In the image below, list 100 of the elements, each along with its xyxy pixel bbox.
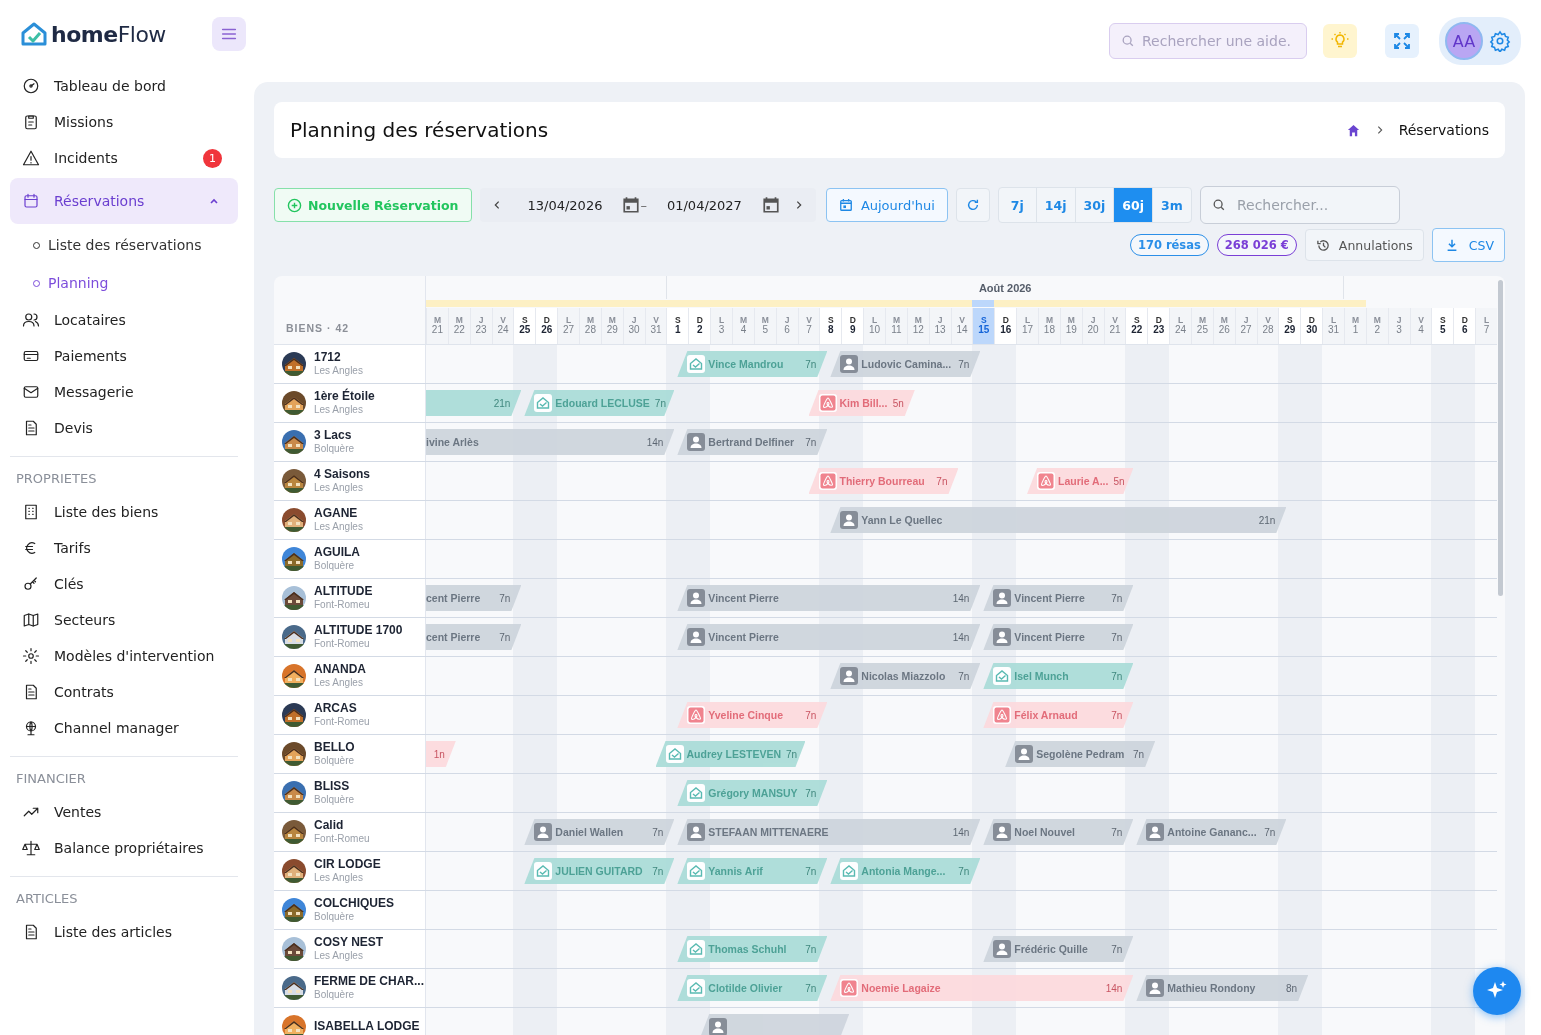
booking-bar[interactable]: Segolène Pedram 7n — [1005, 741, 1156, 767]
booking-bar[interactable]: Audrey LESTEVEN 7n — [655, 741, 806, 767]
property-cell[interactable]: ISABELLA LODGE — [274, 1008, 426, 1035]
booking-bar[interactable]: Noel Nouvel 7n — [983, 819, 1134, 845]
booking-bar[interactable]: cent Pierre 7n — [426, 624, 522, 650]
booking-bar[interactable]: Vincent Pierre 7n — [983, 585, 1134, 611]
booking-bar[interactable]: Yannis Arif 7n — [677, 858, 828, 884]
property-cell[interactable]: CIR LODGE Les Angles — [274, 852, 426, 890]
nav-item[interactable]: Devis — [10, 410, 238, 446]
nav-item[interactable]: Paiements — [10, 338, 238, 374]
booking-bar[interactable]: Vincent Pierre 14n — [677, 585, 981, 611]
nav-item[interactable]: Channel manager — [10, 710, 238, 746]
property-cell[interactable]: AGUILA Bolquère — [274, 540, 426, 578]
booking-bar[interactable]: Clotilde Olivier 7n — [677, 975, 828, 1001]
property-cell[interactable]: 3 Lacs Bolquère — [274, 423, 426, 461]
today-button[interactable]: Aujourd'hui — [825, 188, 948, 222]
booking-bar[interactable]: Vincent Pierre 7n — [983, 624, 1134, 650]
property-cell[interactable]: COSY NEST Les Angles — [274, 930, 426, 968]
booking-bar[interactable]: ivine Arlès 14n — [426, 429, 675, 455]
booking-bar[interactable]: Isel Munch 7n — [983, 663, 1134, 689]
menu-button[interactable] — [212, 17, 246, 51]
help-search-field[interactable]: Rechercher une aide. — [1109, 23, 1307, 59]
booking-bar[interactable]: STEFAAN MITTENAERE 14n — [677, 819, 981, 845]
nav-item[interactable]: Contrats — [10, 674, 238, 710]
calendar-icon[interactable] — [761, 196, 780, 214]
property-cell[interactable]: 1712 Les Angles — [274, 345, 426, 383]
nav-item[interactable]: Liste des biens — [10, 494, 238, 530]
cancellations-button[interactable]: Annulations — [1304, 229, 1424, 261]
nav-subitem[interactable]: Liste des réservations — [10, 226, 238, 264]
property-cell[interactable]: COLCHIQUES Bolquère — [274, 891, 426, 929]
property-cell[interactable]: ALTITUDE Font-Romeu — [274, 579, 426, 617]
theme-button[interactable] — [1323, 24, 1357, 58]
nav-item[interactable]: Modèles d'intervention — [10, 638, 238, 674]
range-tab[interactable]: 60j — [1114, 188, 1153, 222]
nav-item[interactable]: Ventes — [10, 794, 238, 830]
nav-item[interactable]: Messagerie — [10, 374, 238, 410]
booking-bar[interactable]: Félix Arnaud 7n — [983, 702, 1134, 728]
search-field[interactable]: Rechercher... — [1199, 186, 1400, 224]
booking-bar[interactable]: 1n — [426, 741, 456, 767]
property-cell[interactable]: AGANE Les Angles — [274, 501, 426, 539]
range-tab[interactable]: 14j — [1036, 188, 1076, 222]
booking-bar[interactable]: Daniel Wallen 7n — [524, 819, 675, 845]
property-cell[interactable]: 1ère Étoile Les Angles — [274, 384, 426, 422]
booking-bar[interactable]: 21n — [426, 390, 522, 416]
property-cell[interactable]: ALTITUDE 1700 Font-Romeu — [274, 618, 426, 656]
booking-bar[interactable]: cent Pierre 7n — [426, 585, 522, 611]
nav-subitem[interactable]: Planning — [10, 264, 238, 302]
scrollbar[interactable] — [1498, 280, 1503, 596]
property-cell[interactable]: FERME DE CHAR... Bolquère — [274, 969, 426, 1007]
nav-item[interactable]: Tarifs — [10, 530, 238, 566]
date-range-picker[interactable]: 13/04/2026 – 01/04/2027 — [479, 188, 816, 222]
booking-bar[interactable]: Thierry Bourreau 7n — [808, 468, 959, 494]
refresh-button[interactable] — [955, 188, 990, 222]
nav-item[interactable]: Missions — [10, 104, 238, 140]
booking-bar[interactable]: Mathieu Rondony 8n — [1136, 975, 1309, 1001]
nav-item[interactable]: Locataires — [10, 302, 238, 338]
user-avatar[interactable]: AA — [1445, 22, 1483, 60]
new-reservation-button[interactable]: Nouvelle Réservation — [274, 188, 472, 222]
booking-bar[interactable]: JULIEN GUITARD 7n — [524, 858, 675, 884]
booking-bar[interactable]: Vince Mandrou 7n — [677, 351, 828, 377]
booking-bar[interactable]: Antonia Mange... 7n — [830, 858, 981, 884]
nav-item[interactable]: Tableau de bord — [10, 68, 238, 104]
nav-item[interactable]: Incidents 1 — [10, 140, 238, 176]
fullscreen-button[interactable] — [1385, 24, 1419, 58]
nav-item[interactable]: Liste des articles — [10, 914, 238, 950]
booking-bar[interactable]: Kim Bill... 5n — [808, 390, 915, 416]
booking-bar[interactable]: Laurie A... 5n — [1027, 468, 1134, 494]
property-cell[interactable]: BELLO Bolquère — [274, 735, 426, 773]
calendar-icon[interactable] — [622, 196, 641, 214]
booking-bar[interactable]: Bertrand Delfiner 7n — [677, 429, 828, 455]
nav-item[interactable]: Secteurs — [10, 602, 238, 638]
booking-bar[interactable]: Vincent Pierre 14n — [677, 624, 981, 650]
booking-bar[interactable]: Nicolas Miazzolo 7n — [830, 663, 981, 689]
property-cell[interactable]: ANANDA Les Angles — [274, 657, 426, 695]
property-cell[interactable]: Calid Font-Romeu — [274, 813, 426, 851]
range-tab[interactable]: 7j — [998, 188, 1037, 222]
start-date[interactable]: 13/04/2026 — [515, 197, 615, 213]
booking-bar[interactable]: Grégory MANSUY 7n — [677, 780, 828, 806]
booking-bar[interactable]: Ludovic Camina... 7n — [830, 351, 981, 377]
user-menu[interactable]: AA — [1439, 17, 1521, 65]
guest-name: Clotilde Olivier — [708, 982, 783, 994]
booking-bar[interactable]: Frédéric Quille 7n — [983, 936, 1134, 962]
booking-bar[interactable]: Noemie Lagaize 14n — [830, 975, 1134, 1001]
booking-bar[interactable]: Yveline Cinque 7n — [677, 702, 828, 728]
property-cell[interactable]: 4 Saisons Les Angles — [274, 462, 426, 500]
end-date[interactable]: 01/04/2027 — [654, 197, 754, 213]
property-cell[interactable]: ARCAS Font-Romeu — [274, 696, 426, 734]
booking-bar[interactable]: Antoine Gananc... 7n — [1136, 819, 1287, 845]
nav-item[interactable]: Clés — [10, 566, 238, 602]
nav-item[interactable]: Balance propriétaires — [10, 830, 238, 866]
csv-export-button[interactable]: CSV — [1431, 228, 1505, 262]
range-tab[interactable]: 3m — [1152, 188, 1191, 222]
home-icon[interactable] — [1345, 122, 1361, 138]
nav-item[interactable]: Réservations — [10, 178, 238, 224]
property-cell[interactable]: BLISS Bolquère — [274, 774, 426, 812]
booking-bar[interactable]: Yann Le Quellec 21n — [830, 507, 1287, 533]
guest-name: Vincent Pierre — [1014, 631, 1085, 643]
booking-bar[interactable]: Thomas Schuhl 7n — [677, 936, 828, 962]
booking-bar[interactable]: Edouard LECLUSE 7n — [524, 390, 675, 416]
settings-icon[interactable] — [1489, 30, 1511, 52]
